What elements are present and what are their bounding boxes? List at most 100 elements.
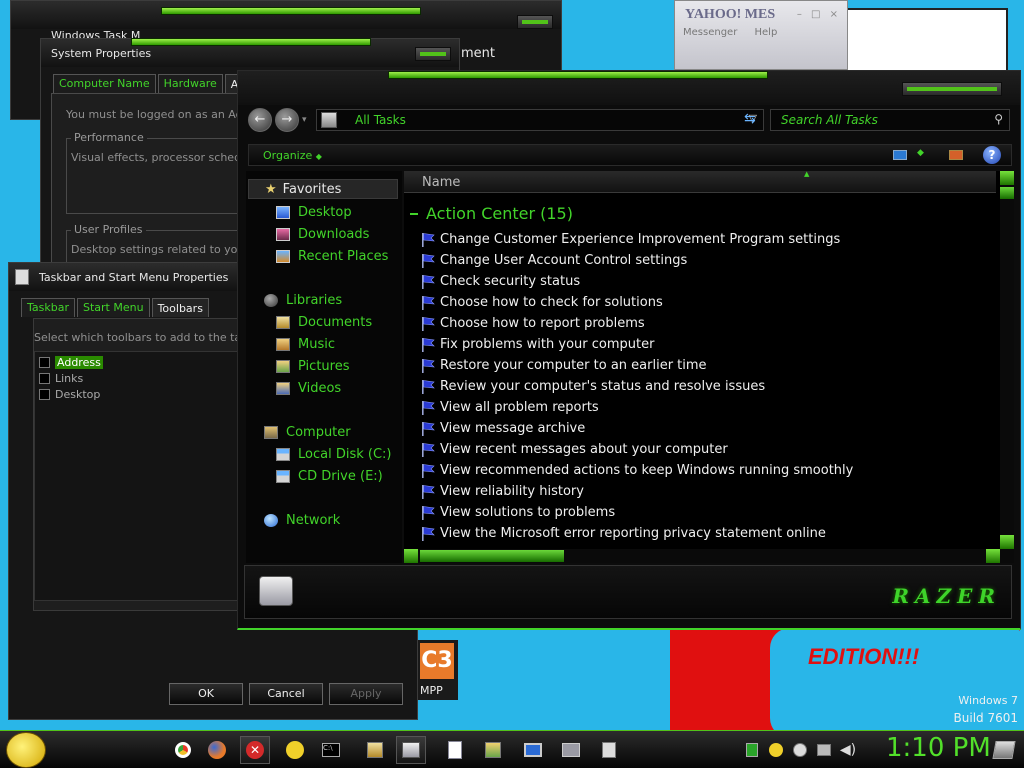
recent-pages-chevron-icon[interactable]: ▾: [302, 115, 307, 125]
nav-favorites[interactable]: ★ Favorites: [248, 179, 398, 199]
task-manager-window-controls[interactable]: [517, 15, 553, 29]
network-share-icon[interactable]: [556, 736, 586, 764]
nav-downloads[interactable]: Downloads: [276, 227, 369, 242]
column-header-name[interactable]: Name ▲: [404, 170, 996, 193]
desktop-checkbox[interactable]: [39, 389, 50, 400]
scroll-up-button[interactable]: [1000, 171, 1014, 185]
refresh-icon[interactable]: ⇆: [744, 111, 756, 127]
paint-icon[interactable]: [478, 736, 508, 764]
tray-network-icon[interactable]: [814, 736, 834, 764]
taskbar-clock[interactable]: 1:10 PM: [886, 733, 991, 763]
properties-window-icon[interactable]: [594, 736, 624, 764]
task-item[interactable]: Restore your computer to an earlier time: [420, 355, 853, 376]
vertical-scrollbar[interactable]: [1000, 171, 1014, 563]
view-options-icon[interactable]: [893, 150, 907, 160]
messenger-smiley-icon[interactable]: [280, 736, 310, 764]
start-button-smiley-icon[interactable]: [6, 732, 46, 768]
tab-taskbar[interactable]: Taskbar: [21, 298, 75, 317]
task-item[interactable]: Choose how to report problems: [420, 313, 853, 334]
task-item[interactable]: Check security status: [420, 271, 853, 292]
tray-status-icon[interactable]: [790, 736, 810, 764]
apply-button[interactable]: Apply: [329, 683, 403, 705]
nav-recent-places[interactable]: Recent Places: [276, 249, 388, 264]
task-item[interactable]: Review your computer's status and resolv…: [420, 376, 853, 397]
horizontal-scroll-thumb[interactable]: [420, 550, 564, 562]
taskbar-properties-tabs: Taskbar Start Menu Toolbars: [21, 298, 211, 317]
forward-button[interactable]: →: [275, 108, 299, 132]
search-input[interactable]: Search All Tasks ⚲: [770, 109, 1010, 131]
yahoo-window-controls[interactable]: – □ ×: [797, 9, 841, 20]
tray-green-app-icon[interactable]: [742, 736, 762, 764]
organize-button[interactable]: Organize ◆: [263, 149, 322, 162]
tab-computer-name[interactable]: Computer Name: [53, 74, 156, 93]
error-app-icon[interactable]: ✕: [240, 736, 270, 764]
task-label: Fix problems with your computer: [440, 337, 655, 352]
windows-watermark-version: Windows 7: [958, 694, 1018, 707]
task-manager-titlebar[interactable]: [11, 1, 561, 29]
system-properties-window-controls[interactable]: [415, 47, 451, 61]
yahoo-messenger-window[interactable]: YAHOO! MES – □ × Messenger Help: [674, 0, 848, 70]
scroll-left-button[interactable]: [404, 549, 418, 563]
nav-computer[interactable]: Computer: [264, 425, 351, 440]
nav-documents[interactable]: Documents: [276, 315, 372, 330]
nav-pictures[interactable]: Pictures: [276, 359, 349, 374]
search-icon[interactable]: ⚲: [994, 112, 1003, 126]
explorer-folder-icon[interactable]: [360, 736, 390, 764]
nav-pictures-label: Pictures: [298, 359, 350, 374]
nav-local-disk[interactable]: Local Disk (C:): [276, 447, 391, 462]
nav-cd-drive[interactable]: CD Drive (E:): [276, 469, 383, 484]
nav-libraries[interactable]: Libraries: [264, 293, 342, 308]
chrome-icon[interactable]: [168, 736, 198, 764]
show-desktop-icon[interactable]: [990, 736, 1018, 764]
task-item[interactable]: Fix problems with your computer: [420, 334, 853, 355]
preview-pane-icon[interactable]: [949, 150, 963, 160]
scroll-down-button[interactable]: [1000, 535, 1014, 549]
links-checkbox[interactable]: [39, 373, 50, 384]
nav-desktop-label: Desktop: [298, 205, 352, 220]
computer-monitor-icon[interactable]: [518, 736, 548, 764]
scroll-thumb[interactable]: [1000, 187, 1014, 199]
tab-start-menu[interactable]: Start Menu: [77, 298, 150, 317]
horizontal-scrollbar[interactable]: [404, 549, 1000, 563]
task-item[interactable]: Change Customer Experience Improvement P…: [420, 229, 853, 250]
task-item[interactable]: View all problem reports: [420, 397, 853, 418]
explorer-window-controls[interactable]: [902, 82, 1002, 96]
tab-hardware[interactable]: Hardware: [157, 74, 223, 93]
task-item[interactable]: Choose how to check for solutions: [420, 292, 853, 313]
task-item[interactable]: View reliability history: [420, 481, 853, 502]
toolbar-item-links[interactable]: Links: [39, 372, 83, 385]
nav-music[interactable]: Music: [276, 337, 335, 352]
address-checkbox[interactable]: [39, 357, 50, 368]
task-item[interactable]: View the Microsoft error reporting priva…: [420, 523, 853, 544]
task-item[interactable]: View recommended actions to keep Windows…: [420, 460, 853, 481]
view-dropdown-icon[interactable]: ◆: [917, 148, 924, 158]
mpp-desktop-icon[interactable]: C3 MPP: [418, 640, 458, 700]
toolbar-item-desktop[interactable]: Desktop: [39, 388, 100, 401]
yahoo-menu-help[interactable]: Help: [755, 27, 778, 38]
task-item[interactable]: View message archive: [420, 418, 853, 439]
ok-button[interactable]: OK: [169, 683, 243, 705]
nav-videos[interactable]: Videos: [276, 381, 341, 396]
task-item[interactable]: View solutions to problems: [420, 502, 853, 523]
nav-desktop[interactable]: Desktop: [276, 205, 352, 220]
yahoo-menu-messenger[interactable]: Messenger: [683, 27, 737, 38]
all-tasks-explorer-window[interactable]: ← → ▾ All Tasks ▽ ⇆ Search All Tasks ⚲ O…: [237, 70, 1021, 630]
tab-toolbars[interactable]: Toolbars: [151, 298, 209, 317]
tray-messenger-icon[interactable]: [766, 736, 786, 764]
control-panel-taskbar-icon[interactable]: [396, 736, 426, 764]
cancel-button[interactable]: Cancel: [249, 683, 323, 705]
address-bar[interactable]: All Tasks ▽: [316, 109, 764, 131]
task-item[interactable]: View recent messages about your computer: [420, 439, 853, 460]
action-center-group-header[interactable]: Action Center (15): [410, 204, 573, 223]
tray-volume-icon[interactable]: ◀): [838, 736, 858, 764]
nav-network[interactable]: Network: [264, 513, 340, 528]
toolbar-item-address[interactable]: Address: [39, 356, 103, 369]
command-prompt-icon[interactable]: C:\: [316, 736, 346, 764]
help-icon[interactable]: ?: [983, 146, 1001, 164]
task-label: View reliability history: [440, 484, 584, 499]
scroll-right-button[interactable]: [986, 549, 1000, 563]
firefox-icon[interactable]: [202, 736, 232, 764]
task-item[interactable]: Change User Account Control settings: [420, 250, 853, 271]
notepad-icon[interactable]: [440, 736, 470, 764]
back-button[interactable]: ←: [248, 108, 272, 132]
